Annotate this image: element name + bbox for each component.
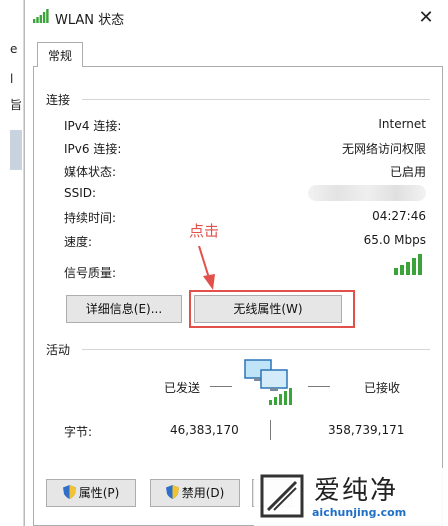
title-bar[interactable]: WLAN 状态 ✕ xyxy=(25,0,448,34)
network-computers-icon xyxy=(244,359,292,405)
speed-label: 速度: xyxy=(64,235,93,249)
background-thumbnail xyxy=(10,130,22,170)
background-text-fragment: l xyxy=(10,72,14,86)
brand-logo-icon xyxy=(260,474,304,518)
sent-label: 已发送 xyxy=(164,381,201,395)
wlan-status-dialog: WLAN 状态 ✕ 常规 连接 IPv4 连接: Internet IPv6 连… xyxy=(24,0,448,526)
activity-separator xyxy=(270,420,271,440)
ssid-label: SSID: xyxy=(64,186,97,200)
watermark-url: aichunjing.com xyxy=(312,506,407,519)
background-text-fragment: e xyxy=(10,42,18,56)
ipv6-label: IPv6 连接: xyxy=(64,142,122,156)
annotation-highlight-box xyxy=(189,290,355,328)
properties-button[interactable]: 属性(P) xyxy=(46,479,136,507)
connection-heading: 连接 xyxy=(46,93,71,107)
red-arrow-icon xyxy=(198,246,215,290)
received-connector xyxy=(308,386,330,387)
signal-strength-icon xyxy=(394,254,422,275)
background-window: e l 旨 xyxy=(0,0,24,526)
tab-general[interactable]: 常规 xyxy=(37,42,84,67)
disable-button[interactable]: 禁用(D) xyxy=(150,479,240,507)
media-state-value: 已启用 xyxy=(389,165,426,179)
ssid-value-blurred xyxy=(308,185,426,201)
close-icon: ✕ xyxy=(418,7,434,28)
background-text-fragment: 旨 xyxy=(10,98,23,112)
media-state-label: 媒体状态: xyxy=(64,165,117,179)
properties-label: 属性(P) xyxy=(78,486,120,500)
wifi-signal-icon xyxy=(33,9,49,23)
duration-label: 持续时间: xyxy=(64,211,117,225)
bytes-label: 字节: xyxy=(64,425,93,439)
ipv4-label: IPv4 连接: xyxy=(64,119,122,133)
bytes-received-value: 358,739,171 xyxy=(328,423,405,437)
activity-divider xyxy=(82,349,430,350)
click-annotation-text: 点击 xyxy=(189,222,220,240)
bytes-sent-value: 46,383,170 xyxy=(170,423,239,437)
ipv6-value: 无网络访问权限 xyxy=(341,142,426,156)
details-button[interactable]: 详细信息(E)... xyxy=(66,295,182,323)
duration-value: 04:27:46 xyxy=(372,209,426,223)
watermark-brand: 爱纯净 xyxy=(314,476,399,506)
disable-label: 禁用(D) xyxy=(181,486,225,500)
sent-connector xyxy=(210,386,232,387)
close-button[interactable]: ✕ xyxy=(413,6,439,30)
connection-divider xyxy=(82,99,430,100)
received-label: 已接收 xyxy=(364,381,401,395)
speed-value: 65.0 Mbps xyxy=(363,233,426,247)
window-title: WLAN 状态 xyxy=(55,13,125,28)
activity-heading: 活动 xyxy=(46,343,71,357)
watermark: 爱纯净 aichunjing.com xyxy=(254,468,448,526)
uac-shield-icon xyxy=(62,485,76,499)
ipv4-value: Internet xyxy=(378,117,426,131)
uac-shield-icon xyxy=(165,485,179,499)
tab-strip: 常规 xyxy=(33,40,441,67)
signal-quality-label: 信号质量: xyxy=(64,266,117,280)
